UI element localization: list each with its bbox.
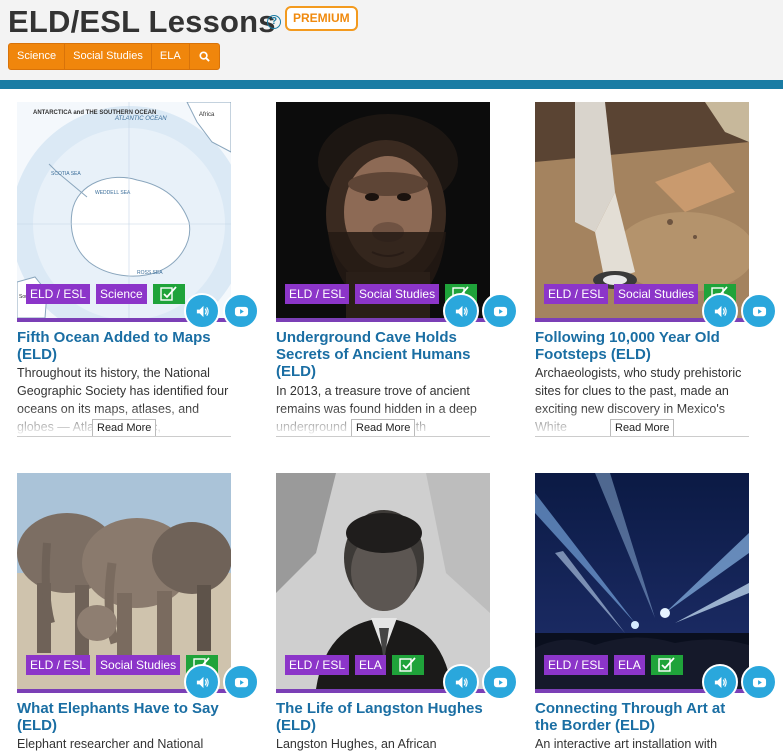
tag-eld-esl[interactable]: ELD / ESL — [544, 655, 609, 675]
description-divider — [276, 436, 490, 437]
video-icon — [752, 677, 767, 688]
read-more-button[interactable]: Read More — [351, 419, 416, 437]
video-play-button[interactable] — [741, 664, 777, 700]
tag-list: ELD / ESL ELA — [544, 655, 683, 675]
video-icon — [234, 677, 249, 688]
tag-eld-esl[interactable]: ELD / ESL — [26, 655, 91, 675]
speaker-icon — [196, 305, 209, 318]
description-divider — [535, 436, 749, 437]
lesson-title[interactable]: Following 10,000 Year Old Footsteps (ELD… — [535, 329, 749, 363]
lesson-card[interactable]: ELD / ESL Social Studies What Elephants … — [17, 473, 259, 751]
lesson-title[interactable]: The Life of Langston Hughes (ELD) — [276, 700, 490, 734]
search-button[interactable] — [190, 44, 219, 69]
page-title: ELD/ESL Lessons — [8, 4, 276, 39]
speaker-icon — [455, 676, 468, 689]
audio-play-button[interactable] — [443, 664, 479, 700]
audio-play-button[interactable] — [702, 664, 738, 700]
video-play-button[interactable] — [482, 293, 518, 329]
map-label-weddell: WEDDELL SEA — [95, 190, 131, 196]
nav-social-studies[interactable]: Social Studies — [65, 44, 152, 69]
lesson-description: Elephant researcher and National — [17, 737, 204, 751]
map-label-ross: ROSS SEA — [137, 270, 163, 276]
tag-subject[interactable]: Social Studies — [355, 284, 440, 304]
lesson-title[interactable]: Connecting Through Art at the Border (EL… — [535, 700, 749, 734]
tag-subject[interactable]: Science — [96, 284, 147, 304]
tag-eld-esl[interactable]: ELD / ESL — [285, 655, 350, 675]
assignment-check-icon[interactable] — [650, 655, 683, 675]
video-play-button[interactable] — [223, 664, 259, 700]
nav-science[interactable]: Science — [9, 44, 66, 69]
assignment-check-icon[interactable] — [152, 284, 185, 304]
lesson-card[interactable]: ELD / ESL ELA The Life of Langston Hughe… — [276, 473, 518, 751]
lesson-description: Langston Hughes, an African — [276, 737, 437, 751]
lesson-card[interactable]: ELD / ESL ELA Connecting Through Art at … — [535, 473, 777, 751]
subject-nav: Science Social Studies ELA — [8, 43, 220, 70]
video-play-button[interactable] — [741, 293, 777, 329]
speaker-icon — [455, 305, 468, 318]
nav-ela[interactable]: ELA — [152, 44, 190, 69]
video-play-button[interactable] — [223, 293, 259, 329]
header-accent-bar — [0, 80, 783, 89]
map-label-africa: Africa — [199, 112, 215, 118]
audio-play-button[interactable] — [184, 293, 220, 329]
premium-badge: PREMIUM — [285, 6, 358, 31]
read-more-button[interactable]: Read More — [610, 419, 675, 437]
audio-play-button[interactable] — [702, 293, 738, 329]
lesson-title[interactable]: Fifth Ocean Added to Maps (ELD) — [17, 329, 231, 363]
video-icon — [752, 306, 767, 317]
tag-subject[interactable]: Social Studies — [614, 284, 699, 304]
lesson-card[interactable]: ANTARCTICA and THE SOUTHERN OCEAN ATLANT… — [17, 102, 259, 442]
lesson-card[interactable]: ELD / ESL Social Studies Following 10,00… — [535, 102, 777, 442]
question-circle-icon[interactable]: ? — [267, 15, 281, 29]
map-label-atlantic: ATLANTIC OCEAN — [114, 116, 167, 122]
video-play-button[interactable] — [482, 664, 518, 700]
speaker-icon — [196, 676, 209, 689]
tag-eld-esl[interactable]: ELD / ESL — [544, 284, 609, 304]
speaker-icon — [714, 305, 727, 318]
tag-subject[interactable]: Social Studies — [96, 655, 181, 675]
speaker-icon — [714, 676, 727, 689]
map-label-scotia: SCOTIA SEA — [51, 171, 81, 177]
lesson-card[interactable]: ELD / ESL Social Studies Underground Cav… — [276, 102, 518, 442]
read-more-button[interactable]: Read More — [92, 419, 157, 437]
video-icon — [493, 677, 508, 688]
search-icon — [199, 51, 210, 62]
video-icon — [234, 306, 249, 317]
tag-subject[interactable]: ELA — [614, 655, 645, 675]
description-divider — [17, 436, 231, 437]
tag-list: ELD / ESL Science — [26, 284, 185, 304]
lesson-title[interactable]: Underground Cave Holds Secrets of Ancien… — [276, 329, 490, 380]
video-icon — [493, 306, 508, 317]
audio-play-button[interactable] — [443, 293, 479, 329]
tag-list: ELD / ESL ELA — [285, 655, 424, 675]
audio-play-button[interactable] — [184, 664, 220, 700]
tag-eld-esl[interactable]: ELD / ESL — [285, 284, 350, 304]
tag-eld-esl[interactable]: ELD / ESL — [26, 284, 91, 304]
lesson-title[interactable]: What Elephants Have to Say (ELD) — [17, 700, 231, 734]
assignment-check-icon[interactable] — [391, 655, 424, 675]
lesson-description: An interactive art installation with — [535, 737, 718, 751]
tag-subject[interactable]: ELA — [355, 655, 386, 675]
